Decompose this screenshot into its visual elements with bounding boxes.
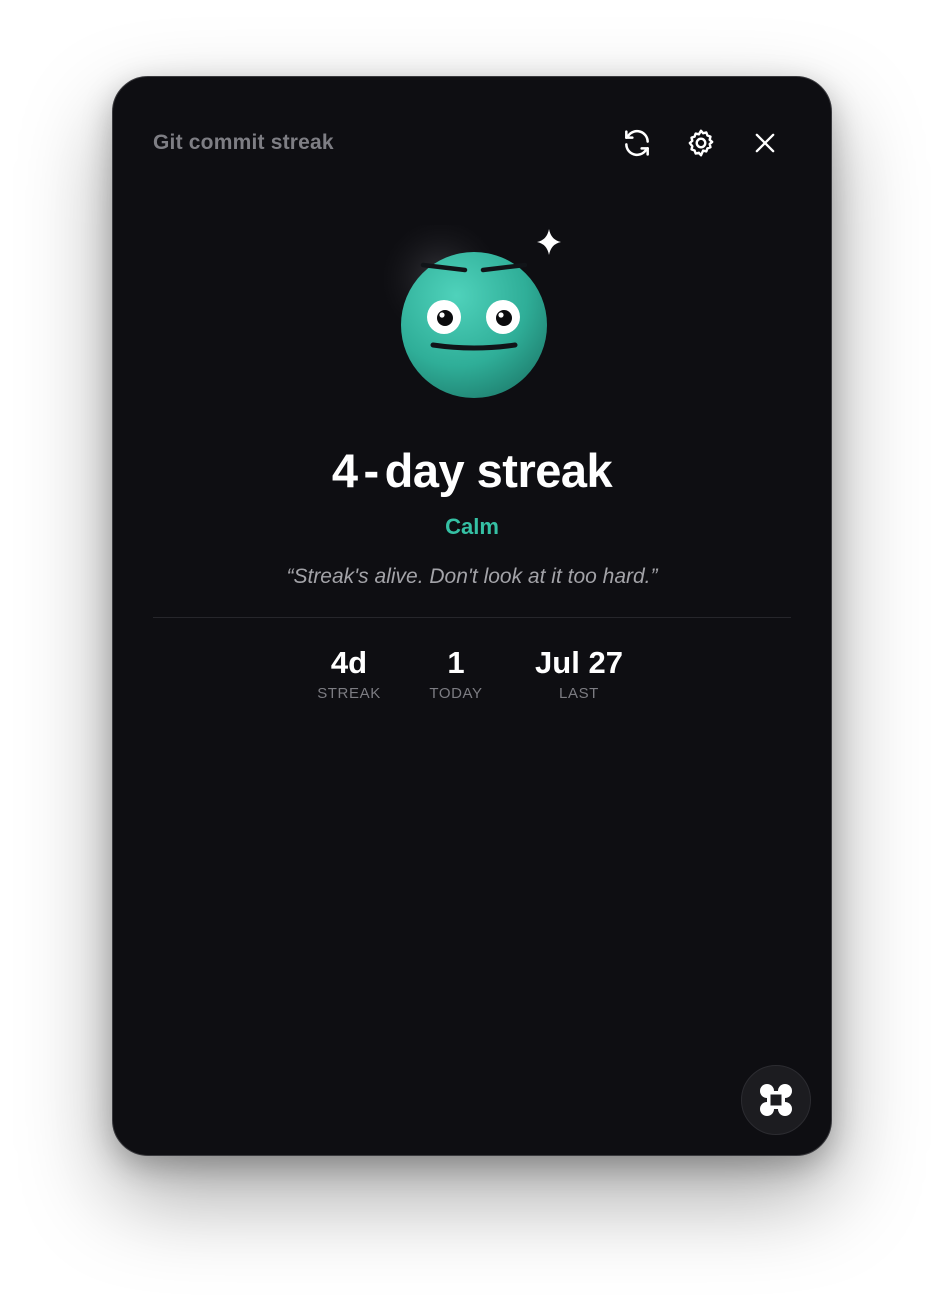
close-button[interactable] <box>747 125 783 161</box>
gear-icon <box>688 129 714 157</box>
streak-headline: 4- day streak <box>113 443 831 498</box>
refresh-icon <box>625 129 649 157</box>
stat-streak-value: 4d <box>330 645 368 680</box>
sparkle-icon <box>537 229 561 255</box>
window-title: Git commit streak <box>153 131 334 154</box>
mascot-head <box>401 252 547 398</box>
command-button[interactable] <box>741 1065 811 1135</box>
settings-button[interactable] <box>683 125 719 161</box>
streak-separator: - <box>363 444 379 497</box>
right-eye <box>486 300 520 334</box>
stat-streak: 4d STREAK <box>299 645 399 702</box>
left-eye <box>427 300 461 334</box>
stat-streak-label: STREAK <box>317 685 381 702</box>
streak-suffix: day streak <box>384 444 613 497</box>
stage: Git commit streak 4 - day streak Calm “S… <box>0 0 944 1304</box>
stat-last-label: LAST <box>559 685 599 702</box>
stat-today-value: 1 <box>447 645 465 680</box>
command-icon <box>760 1084 792 1116</box>
streak-count: 4 <box>331 444 358 497</box>
mood-quote: “Streak's alive. Don't look at it too ha… <box>286 565 658 588</box>
divider <box>153 617 791 618</box>
close-icon <box>755 133 775 153</box>
stat-today-label: TODAY <box>429 685 483 702</box>
stat-last-value: Jul 27 <box>535 645 623 680</box>
mood-label: Calm <box>445 514 499 539</box>
stat-today: 1 TODAY <box>406 645 506 702</box>
streak-widget-window: Git commit streak 4 - day streak Calm “S… <box>112 76 832 1156</box>
stat-last: Jul 27 LAST <box>514 645 644 702</box>
mascot-face <box>381 225 561 398</box>
refresh-button[interactable] <box>619 125 655 161</box>
